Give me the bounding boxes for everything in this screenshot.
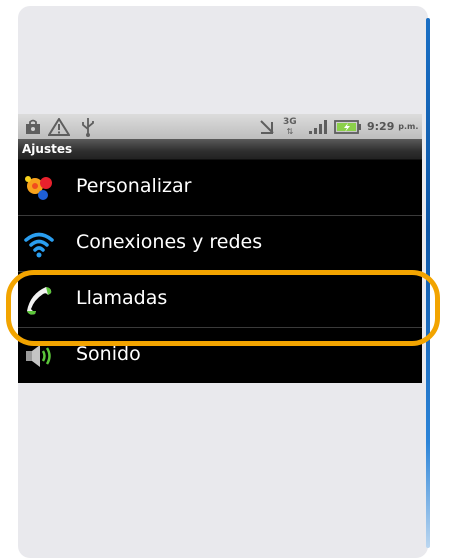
settings-item-sonido[interactable]: Sonido — [18, 328, 422, 383]
speaker-icon — [22, 340, 56, 372]
battery-charging-icon — [334, 114, 362, 139]
settings-item-label: Personalizar — [76, 175, 192, 197]
warning-icon — [48, 114, 70, 139]
title-bar: Ajustes — [18, 139, 422, 160]
personalize-icon — [22, 172, 56, 204]
3g-icon: 3G ⇅ — [283, 116, 297, 136]
signal-bars-icon — [308, 114, 328, 139]
settings-item-conexiones[interactable]: Conexiones y redes — [18, 216, 422, 272]
settings-item-label: Conexiones y redes — [76, 231, 263, 253]
wifi-icon — [22, 228, 56, 260]
settings-item-personalizar[interactable]: Personalizar — [18, 160, 422, 216]
no-signal-icon — [258, 114, 276, 139]
settings-item-label: Llamadas — [76, 287, 168, 309]
slide-edge-accent — [426, 18, 430, 548]
status-bar: 3G ⇅ 9:29 p.m. — [18, 114, 422, 139]
phone-screen: 3G ⇅ 9:29 p.m. Ajustes Personalizar Cone… — [18, 114, 422, 383]
store-icon — [24, 114, 42, 139]
usb-icon — [80, 114, 96, 139]
settings-item-label: Sonido — [76, 343, 141, 365]
screen-title: Ajustes — [22, 142, 73, 156]
phone-icon — [22, 284, 56, 316]
settings-item-llamadas[interactable]: Llamadas — [18, 272, 422, 328]
status-time: 9:29 p.m. — [367, 120, 419, 133]
